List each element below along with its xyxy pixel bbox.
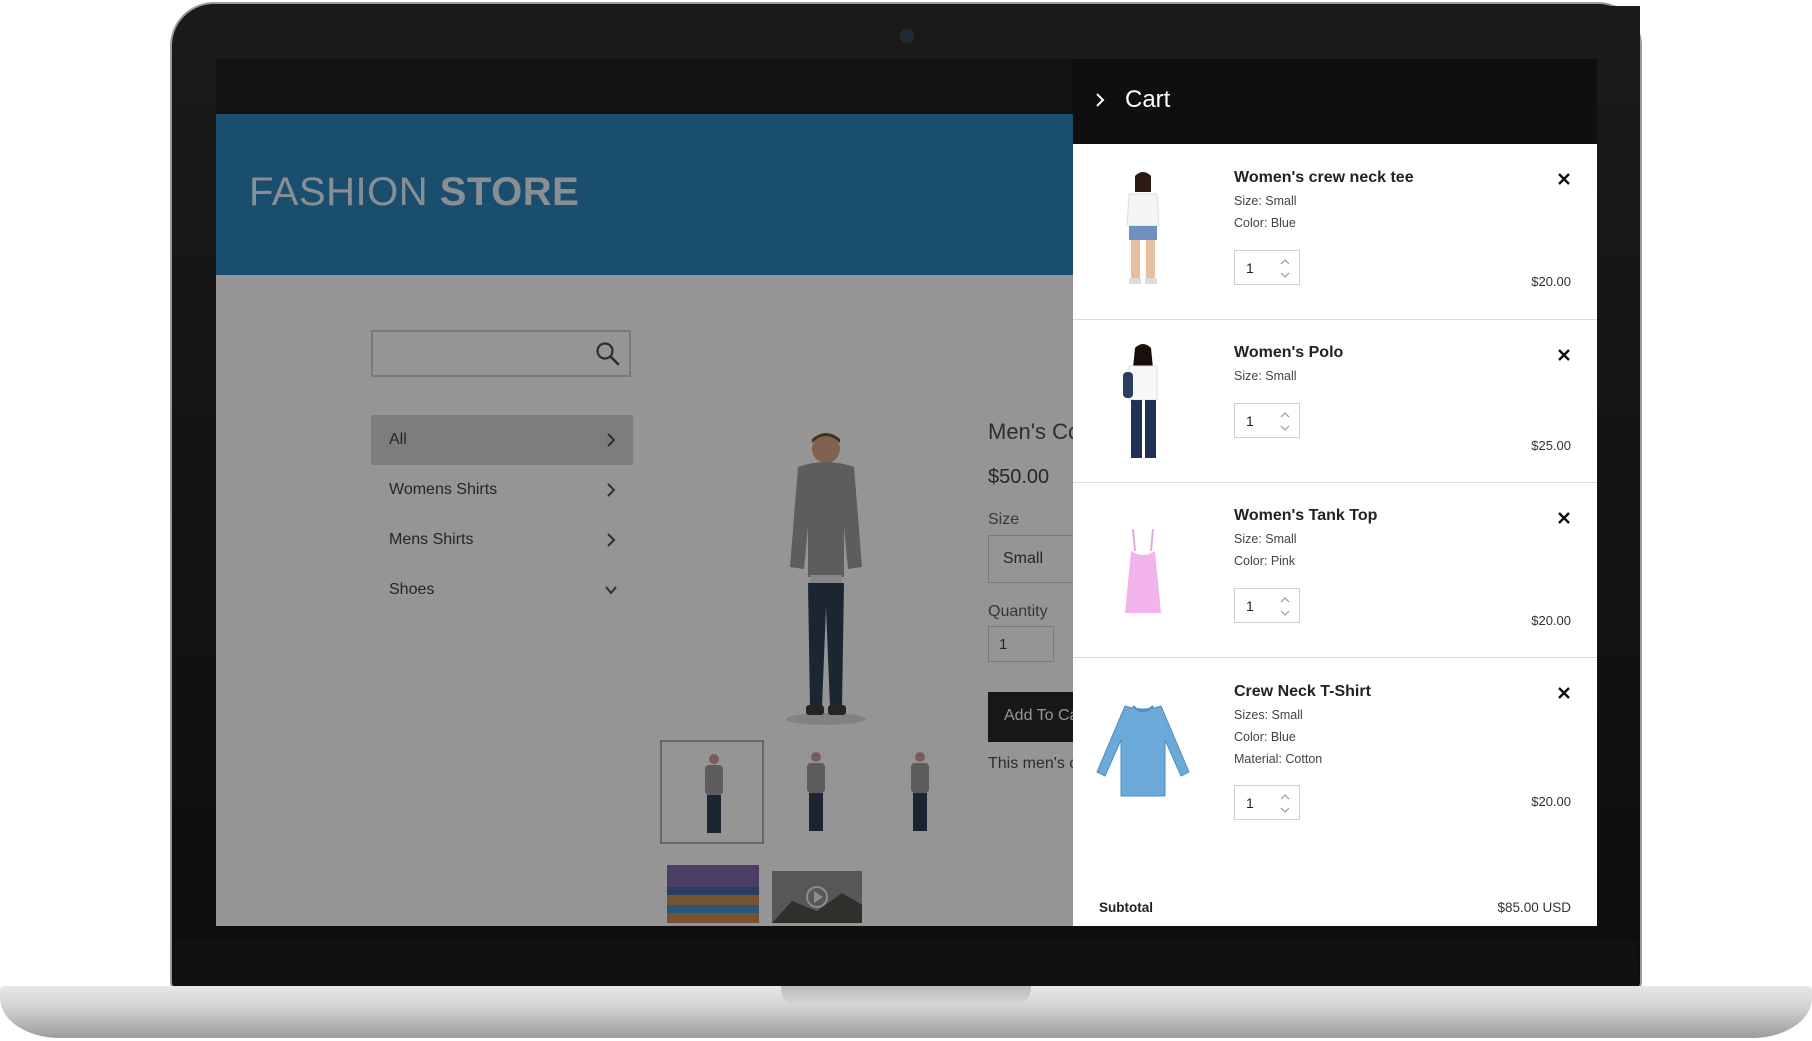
quantity-value: 1 [1246, 413, 1254, 429]
product-thumbnail [1125, 528, 1161, 613]
cart-item-option: Color: Pink [1234, 554, 1296, 568]
close-icon[interactable] [1557, 172, 1571, 186]
increment-icon[interactable] [1280, 794, 1290, 800]
subtotal-value: $85.00 USD [1497, 900, 1571, 915]
cart-item-price: $20.00 [1531, 794, 1571, 809]
cart-drawer: Cart Women's crew neck tee Size: Small C… [1073, 59, 1597, 926]
cart-item-name: Women's Polo [1234, 344, 1344, 361]
increment-icon[interactable] [1280, 412, 1290, 418]
camera-icon [900, 29, 914, 43]
cart-item-option: Material: Cotton [1234, 752, 1323, 766]
cart-item-option: Size: Small [1234, 194, 1297, 208]
cart-item: Crew Neck T-Shirt Sizes: Small Color: Bl… [1073, 658, 1597, 888]
screen: FASHION STORE All Womens Shirts Mens Shi… [216, 59, 1597, 926]
cart-header: Cart [1073, 59, 1597, 144]
product-thumbnail [1123, 344, 1158, 458]
quantity-value: 1 [1246, 795, 1254, 811]
cart-item-quantity-stepper[interactable]: 1 [1234, 250, 1300, 285]
close-icon[interactable] [1557, 348, 1571, 362]
quantity-value: 1 [1246, 598, 1254, 614]
cart-item-name: Women's crew neck tee [1234, 169, 1414, 186]
cart-item-name: Crew Neck T-Shirt [1234, 683, 1371, 700]
cart-item: Women's crew neck tee Size: Small Color:… [1073, 144, 1597, 320]
cart-item-option: Size: Small [1234, 532, 1297, 546]
cart-title: Cart [1125, 86, 1171, 113]
cart-item-name: Women's Tank Top [1234, 507, 1378, 524]
product-thumbnail [1126, 172, 1160, 284]
decrement-icon[interactable] [1280, 610, 1290, 616]
cart-item: Women's Polo Size: Small 1 $25.00 [1073, 320, 1597, 483]
quantity-value: 1 [1246, 260, 1254, 276]
increment-icon[interactable] [1280, 259, 1290, 265]
lid-bezel-bottom [174, 940, 1638, 992]
cart-item-option: Color: Blue [1234, 216, 1296, 230]
product-thumbnail [1096, 705, 1190, 797]
cart-item-quantity-stepper[interactable]: 1 [1234, 403, 1300, 438]
cart-item-price: $20.00 [1531, 613, 1571, 628]
cart-item-price: $20.00 [1531, 274, 1571, 289]
cart-item-quantity-stepper[interactable]: 1 [1234, 588, 1300, 623]
cart-item-price: $25.00 [1531, 438, 1571, 453]
close-icon[interactable] [1557, 511, 1571, 525]
cart-item: Women's Tank Top Size: Small Color: Pink… [1073, 483, 1597, 658]
cart-item-quantity-stepper[interactable]: 1 [1234, 785, 1300, 820]
cart-item-option: Color: Blue [1234, 730, 1296, 744]
chevron-right-icon[interactable] [1095, 92, 1105, 108]
decrement-icon[interactable] [1280, 425, 1290, 431]
close-icon[interactable] [1557, 686, 1571, 700]
decrement-icon[interactable] [1280, 807, 1290, 813]
cart-item-option: Sizes: Small [1234, 708, 1303, 722]
cart-item-option: Size: Small [1234, 369, 1297, 383]
subtotal-label: Subtotal [1099, 900, 1153, 915]
laptop-base-notch [781, 986, 1031, 1006]
decrement-icon[interactable] [1280, 272, 1290, 278]
increment-icon[interactable] [1280, 597, 1290, 603]
lid-reflection [980, 6, 1640, 66]
